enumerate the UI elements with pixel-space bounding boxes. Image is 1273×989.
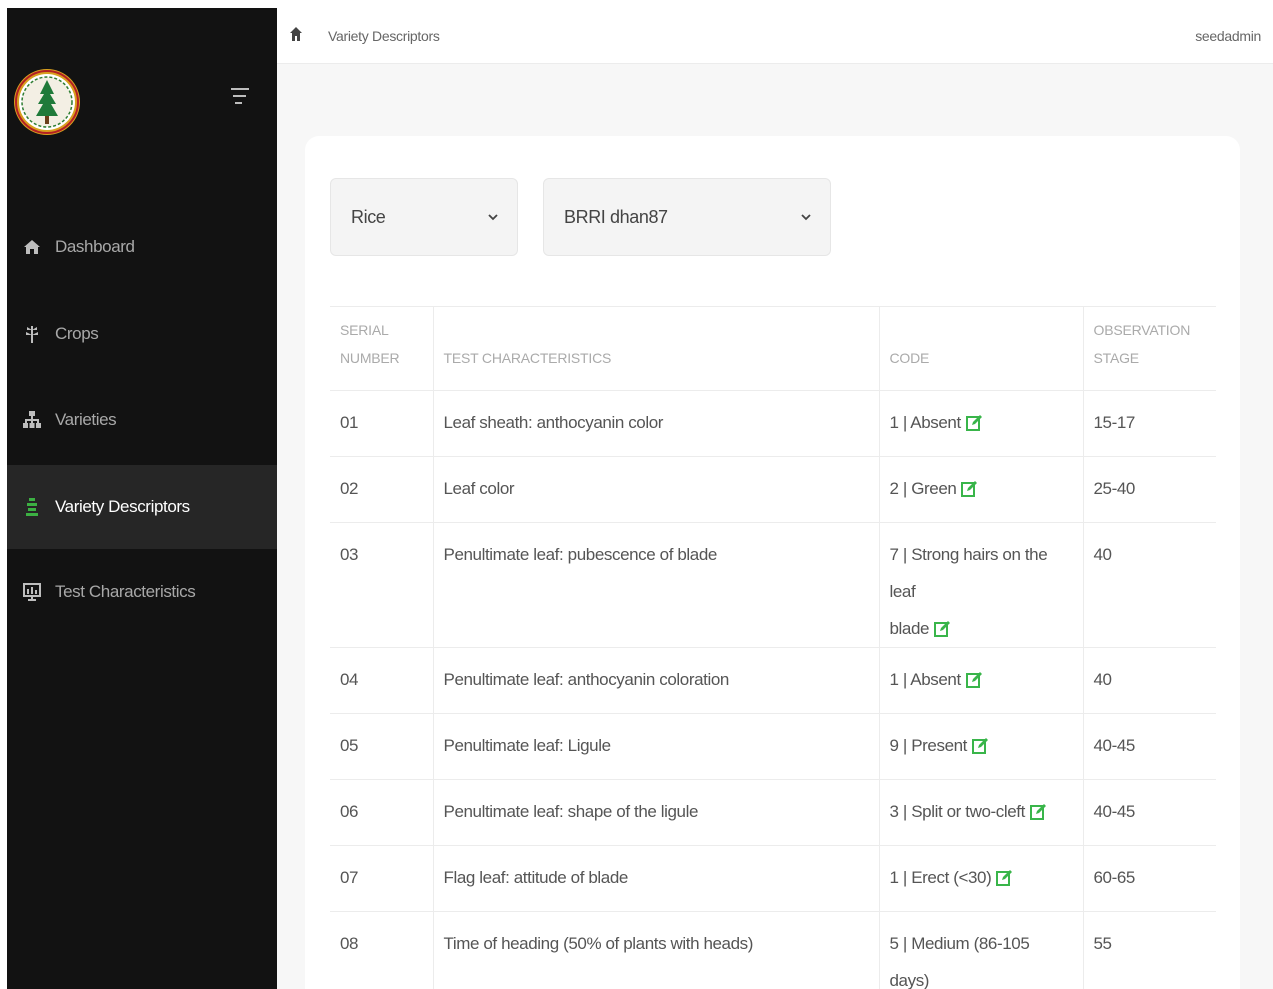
sidebar-item-label: Crops [55, 324, 99, 343]
chevron-down-icon [488, 214, 498, 221]
code-cell: 1 | Absent [878, 647, 1083, 714]
descriptor-table: SERIAL NUMBER TEST CHARACTERISTICS CODE O… [330, 306, 1216, 989]
sidebar-item-label: Variety Descriptors [55, 497, 190, 516]
code-cell: 1 | Erect (<30) [878, 845, 1083, 912]
characteristic-cell: Penultimate leaf: shape of the ligule [432, 779, 879, 846]
sidebar-item-test-characteristics[interactable]: Test Characteristics [7, 550, 277, 634]
home-icon [23, 237, 41, 257]
table-row: 02 Leaf color 2 | Green 25-40 [330, 456, 1216, 523]
home-icon[interactable] [289, 26, 303, 42]
organization-logo [14, 69, 80, 135]
sidebar-item-label: Test Characteristics [55, 582, 196, 601]
stage-cell: 40 [1082, 522, 1216, 648]
plant-icon [23, 324, 41, 344]
header-observation-stage: OBSERVATION STAGE [1082, 306, 1216, 391]
table-row: 07 Flag leaf: attitude of blade 1 | Erec… [330, 845, 1216, 912]
edit-icon[interactable] [934, 620, 951, 637]
serial-cell: 08 [330, 911, 433, 989]
chart-icon [23, 582, 41, 602]
edit-icon[interactable] [1029, 803, 1047, 820]
sidebar-item-label: Dashboard [55, 237, 135, 256]
edit-icon[interactable] [961, 480, 978, 497]
code-cell: 1 | Absent [878, 390, 1083, 457]
menu-toggle-button[interactable] [231, 88, 253, 112]
table-row: 05 Penultimate leaf: Ligule 9 | Present … [330, 713, 1216, 780]
stage-cell: 25-40 [1082, 456, 1216, 523]
characteristic-cell: Flag leaf: attitude of blade [432, 845, 879, 912]
serial-cell: 02 [330, 456, 433, 523]
table-row: 03 Penultimate leaf: pubescence of blade… [330, 522, 1216, 648]
stage-cell: 40-45 [1082, 779, 1216, 846]
code-cell: 3 | Split or two-cleft [878, 779, 1083, 846]
sidebar-item-varieties[interactable]: Varieties [7, 378, 277, 462]
table-row: 06 Penultimate leaf: shape of the ligule… [330, 779, 1216, 846]
sidebar-item-crops[interactable]: Crops [7, 292, 277, 376]
top-bar: Variety Descriptors seedadmin [277, 8, 1273, 64]
serial-cell: 01 [330, 390, 433, 457]
crop-select-value: Rice [351, 206, 386, 227]
sitemap-icon [23, 410, 41, 430]
edit-icon[interactable] [972, 737, 989, 754]
sidebar-item-label: Varieties [55, 410, 117, 429]
edit-icon[interactable] [965, 414, 983, 431]
edit-icon[interactable] [996, 869, 1013, 886]
code-cell: 7 | Strong hairs on the leaf blade [878, 522, 1083, 648]
table-header-row: SERIAL NUMBER TEST CHARACTERISTICS CODE O… [330, 306, 1216, 391]
stage-cell: 55 [1082, 911, 1216, 989]
characteristic-cell: Penultimate leaf: Ligule [432, 713, 879, 780]
edit-icon[interactable] [965, 671, 983, 688]
code-cell: 5 | Medium (86-105 days) [878, 911, 1083, 989]
chevron-down-icon [801, 214, 811, 221]
stage-cell: 60-65 [1082, 845, 1216, 912]
stage-cell: 40 [1082, 647, 1216, 714]
variety-select[interactable]: BRRI dhan87 [543, 178, 831, 256]
user-menu[interactable]: seedadmin [1195, 28, 1261, 44]
header-test-characteristics: TEST CHARACTERISTICS [432, 306, 879, 391]
characteristic-cell: Penultimate leaf: anthocyanin coloration [432, 647, 879, 714]
characteristic-cell: Leaf sheath: anthocyanin color [432, 390, 879, 457]
serial-cell: 05 [330, 713, 433, 780]
serial-cell: 03 [330, 522, 433, 648]
stage-cell: 15-17 [1082, 390, 1216, 457]
serial-cell: 06 [330, 779, 433, 846]
variety-select-value: BRRI dhan87 [564, 206, 668, 227]
sidebar-item-variety-descriptors[interactable]: Variety Descriptors [7, 465, 277, 549]
code-cell: 9 | Present [878, 713, 1083, 780]
header-serial-number: SERIAL NUMBER [330, 306, 433, 391]
sidebar-item-dashboard[interactable]: Dashboard [7, 205, 277, 289]
code-cell: 2 | Green [878, 456, 1083, 523]
serial-cell: 04 [330, 647, 433, 714]
stage-cell: 40-45 [1082, 713, 1216, 780]
characteristic-cell: Penultimate leaf: pubescence of blade [432, 522, 879, 648]
table-row: 01 Leaf sheath: anthocyanin color 1 | Ab… [330, 390, 1216, 457]
table-row: 08 Time of heading (50% of plants with h… [330, 911, 1216, 989]
crop-select[interactable]: Rice [330, 178, 518, 256]
serial-cell: 07 [330, 845, 433, 912]
list-icon [23, 497, 41, 517]
table-row: 04 Penultimate leaf: anthocyanin colorat… [330, 647, 1216, 714]
characteristic-cell: Leaf color [432, 456, 879, 523]
header-code: CODE [878, 306, 1083, 391]
breadcrumb[interactable]: Variety Descriptors [328, 28, 440, 44]
sidebar: Dashboard Crops Varieties Variety Descri… [7, 8, 277, 989]
characteristic-cell: Time of heading (50% of plants with head… [432, 911, 879, 989]
